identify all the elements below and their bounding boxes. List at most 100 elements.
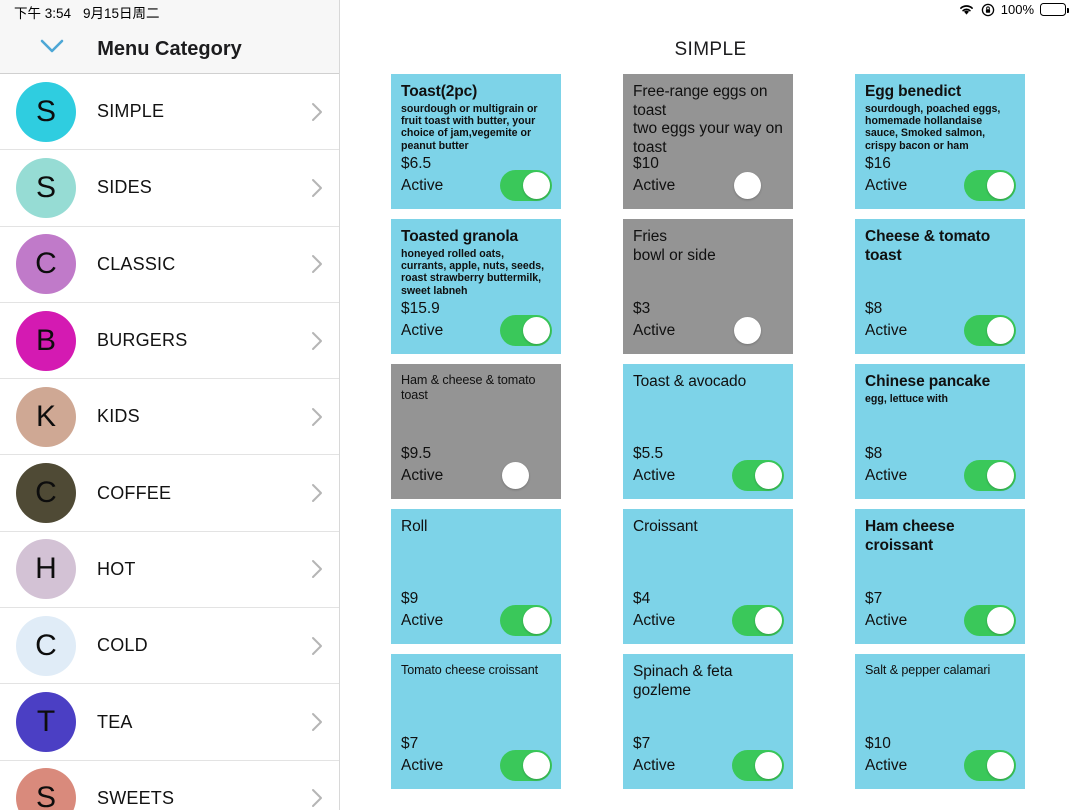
chevron-right-icon[interactable] <box>309 787 325 809</box>
menu-item-name: Egg benedict <box>865 83 962 100</box>
sidebar-item-hot[interactable]: H HOT <box>0 531 339 609</box>
sidebar-item-label: CLASSIC <box>97 253 176 274</box>
chevron-right-icon[interactable] <box>309 711 325 733</box>
menu-item-active-toggle[interactable] <box>964 605 1016 636</box>
menu-item-description: bowl or side <box>633 246 716 264</box>
menu-item-active-toggle[interactable] <box>732 170 784 201</box>
menu-item-card[interactable]: Cheese & tomato toast $8 Active <box>855 219 1025 354</box>
menu-item-name: Toast(2pc) <box>401 83 478 100</box>
menu-item-card[interactable]: Ham cheese croissant $7 Active <box>855 509 1025 644</box>
chevron-down-icon[interactable] <box>38 35 66 57</box>
chevron-right-icon[interactable] <box>309 253 325 275</box>
sidebar-item-label: TEA <box>97 711 133 732</box>
menu-item-footer: Active <box>633 460 784 491</box>
menu-item-card[interactable]: Ham & cheese & tomato toast $9.5 Active <box>391 364 561 499</box>
menu-item-name: Toasted granola <box>401 228 519 245</box>
menu-item-footer: Active <box>633 315 784 346</box>
menu-item-card[interactable]: Spinach & feta gozleme $7 Active <box>623 654 793 789</box>
menu-item-card[interactable]: Toast(2pc) sourdough or multigrain or fru… <box>391 74 561 209</box>
menu-item-footer: Active <box>633 170 784 201</box>
menu-items-panel: SIMPLE Toast(2pc) sourdough or multigrain… <box>341 0 1080 810</box>
menu-item-active-toggle[interactable] <box>964 170 1016 201</box>
sidebar-item-sides[interactable]: S SIDES <box>0 150 339 227</box>
menu-item-card[interactable]: Tomato cheese croissant $7 Active <box>391 654 561 789</box>
menu-item-footer: Active <box>401 605 552 636</box>
chevron-right-icon[interactable] <box>309 330 325 352</box>
menu-item-status-label: Active <box>401 321 444 339</box>
menu-item-footer: Active <box>865 605 1016 636</box>
menu-item-footer: Active <box>865 460 1016 491</box>
menu-item-active-toggle[interactable] <box>732 750 784 781</box>
menu-item-active-toggle[interactable] <box>500 170 552 201</box>
menu-item-active-toggle[interactable] <box>964 460 1016 491</box>
menu-item-name: Free-range eggs on toast <box>633 83 768 119</box>
menu-item-status-label: Active <box>401 611 444 629</box>
category-avatar: B <box>16 310 76 371</box>
sidebar-item-cold[interactable]: C COLD <box>0 608 339 685</box>
menu-item-card[interactable]: Free-range eggs on toast two eggs your wa… <box>623 74 793 209</box>
menu-item-active-toggle[interactable] <box>500 315 552 346</box>
menu-item-description: egg, lettuce with <box>865 392 948 405</box>
category-avatar: C <box>16 234 76 295</box>
sidebar-item-kids[interactable]: K KIDS <box>0 379 339 456</box>
chevron-right-icon[interactable] <box>309 101 325 123</box>
chevron-right-icon[interactable] <box>309 558 325 580</box>
chevron-right-icon[interactable] <box>309 177 325 199</box>
menu-item-description: sourdough, poached eggs, homemade hollan… <box>865 102 1001 152</box>
chevron-right-icon[interactable] <box>309 482 325 504</box>
menu-item-footer: Active <box>633 605 784 636</box>
sidebar-item-tea[interactable]: T TEA <box>0 684 339 761</box>
menu-item-footer: Active <box>865 750 1016 781</box>
menu-item-card[interactable]: Chinese pancake egg, lettuce with $8 Active <box>855 364 1025 499</box>
category-avatar: S <box>16 768 76 810</box>
menu-item-card[interactable]: Egg benedict sourdough, poached eggs, hom… <box>855 74 1025 209</box>
sidebar-item-classic[interactable]: C CLASSIC <box>0 226 339 303</box>
chevron-right-icon[interactable] <box>309 635 325 657</box>
menu-item-active-toggle[interactable] <box>732 605 784 636</box>
sidebar-item-coffee[interactable]: C COFFEE <box>0 455 339 532</box>
menu-item-name: Ham & cheese & tomato toast <box>401 373 536 402</box>
menu-item-footer: Active <box>401 460 552 491</box>
sidebar-item-label: SIMPLE <box>97 101 165 122</box>
menu-item-name: Salt & pepper calamari <box>865 663 991 677</box>
menu-item-status-label: Active <box>865 611 908 629</box>
sidebar-item-label: SWEETS <box>97 787 175 808</box>
menu-item-card[interactable]: Salt & pepper calamari $10 Active <box>855 654 1025 789</box>
menu-item-status-label: Active <box>865 466 908 484</box>
menu-item-footer: Active <box>401 170 552 201</box>
menu-item-description: sourdough or multigrain or fruit toast w… <box>401 102 538 152</box>
menu-item-card[interactable]: Roll $9 Active <box>391 509 561 644</box>
sidebar-item-label: BURGERS <box>97 330 188 351</box>
menu-item-footer: Active <box>401 315 552 346</box>
menu-item-card[interactable]: Toasted granola honeyed rolled oats, curr… <box>391 219 561 354</box>
menu-item-description: honeyed rolled oats, currants, apple, nu… <box>401 247 545 297</box>
menu-item-active-toggle[interactable] <box>500 605 552 636</box>
category-avatar: K <box>16 386 76 447</box>
menu-item-active-toggle[interactable] <box>500 750 552 781</box>
menu-item-name: Chinese pancake <box>865 373 991 390</box>
menu-item-active-toggle[interactable] <box>732 460 784 491</box>
menu-item-card[interactable]: Fries bowl or side $3 Active <box>623 219 793 354</box>
category-list: S SIMPLE S SIDES C CLASSIC B BURGERS K KIDS C COFFE… <box>0 74 339 810</box>
menu-item-card[interactable]: Toast & avocado $5.5 Active <box>623 364 793 499</box>
menu-item-card[interactable]: Croissant $4 Active <box>623 509 793 644</box>
menu-item-footer: Active <box>865 315 1016 346</box>
menu-item-grid: Toast(2pc) sourdough or multigrain or fru… <box>341 74 1080 789</box>
main-header: SIMPLE <box>341 0 1080 74</box>
menu-item-active-toggle[interactable] <box>964 750 1016 781</box>
sidebar-item-sweets[interactable]: S SWEETS <box>0 760 339 810</box>
menu-item-status-label: Active <box>633 756 676 774</box>
sidebar-item-simple[interactable]: S SIMPLE <box>0 74 339 151</box>
menu-item-name: Ham cheese croissant <box>865 518 955 554</box>
menu-item-name: Roll <box>401 518 428 535</box>
menu-item-status-label: Active <box>633 321 676 339</box>
menu-item-active-toggle[interactable] <box>964 315 1016 346</box>
sidebar-item-label: HOT <box>97 558 136 579</box>
menu-item-name: Tomato cheese croissant <box>401 663 538 677</box>
menu-item-footer: Active <box>633 750 784 781</box>
chevron-right-icon[interactable] <box>309 406 325 428</box>
menu-item-status-label: Active <box>401 466 444 484</box>
menu-item-active-toggle[interactable] <box>732 315 784 346</box>
sidebar-item-burgers[interactable]: B BURGERS <box>0 302 339 380</box>
menu-item-active-toggle[interactable] <box>500 460 552 491</box>
